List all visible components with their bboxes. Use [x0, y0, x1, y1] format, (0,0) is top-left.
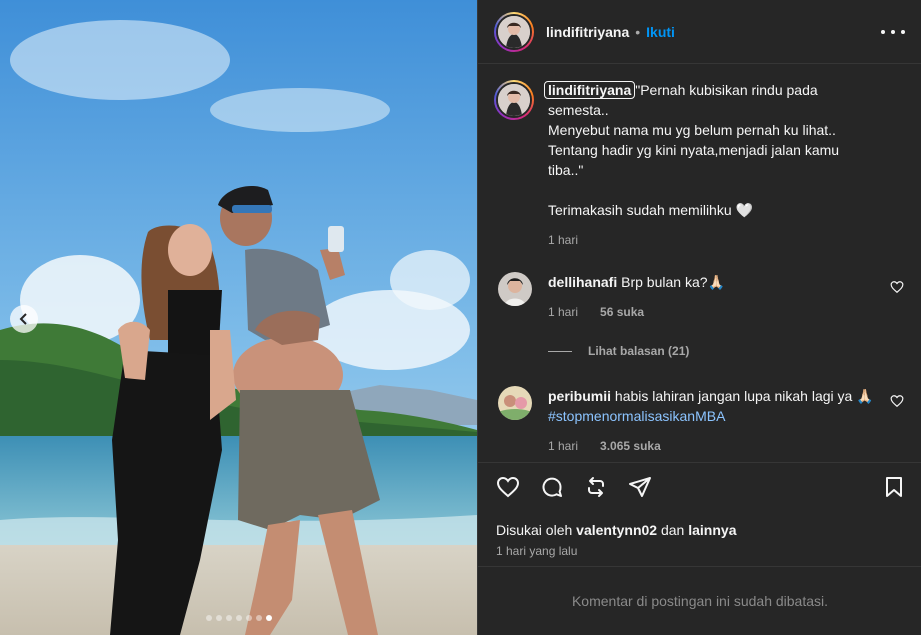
avatar-image [498, 386, 532, 420]
more-icon [881, 30, 885, 34]
likes-others-link[interactable]: lainnya [688, 522, 736, 538]
caption-username[interactable]: lindifitriyana [544, 81, 636, 99]
carousel-indicators [0, 615, 477, 621]
carousel-dot [205, 615, 212, 621]
post-header: lindifitriyana • Ikuti [478, 0, 921, 64]
likes-prefix: Disukai oleh [496, 522, 577, 538]
avatar-image [498, 15, 530, 48]
carousel-dot [265, 615, 272, 621]
comment-icon[interactable] [540, 475, 564, 499]
comment-item: dellihanafi Brp bulan ka?🙏🏻 1 hari 56 su… [494, 272, 910, 322]
carousel-dot [215, 615, 222, 621]
repost-icon[interactable] [584, 475, 608, 499]
comment-hashtag[interactable]: #stopmenormalisasikanMBA [548, 408, 725, 424]
carousel-dot [235, 615, 242, 621]
likes-summary: Disukai oleh valentynn02 dan lainnya [496, 522, 736, 538]
caption-time[interactable]: 1 hari [548, 230, 878, 250]
like-comment-heart-icon[interactable] [890, 280, 904, 294]
follow-button[interactable]: Ikuti [646, 24, 675, 40]
comment-time[interactable]: 1 hari [548, 302, 578, 322]
replies-divider [548, 350, 572, 352]
more-icon-dot [901, 30, 905, 34]
comment-text: habis lahiran jangan lupa nikah lagi ya … [614, 388, 874, 404]
post-media[interactable] [0, 0, 477, 635]
bookmark-icon[interactable] [882, 475, 906, 499]
author-avatar[interactable] [494, 11, 534, 52]
post-date[interactable]: 1 hari yang lalu [496, 544, 577, 558]
chevron-left-icon [19, 313, 27, 325]
commenter-avatar[interactable] [498, 386, 532, 420]
comment-likes[interactable]: 3.065 suka [600, 436, 661, 456]
carousel-dot [225, 615, 232, 621]
more-options-button[interactable] [881, 22, 905, 42]
beach-photo [0, 0, 477, 635]
carousel-dot [255, 615, 262, 621]
avatar-image [498, 84, 530, 116]
comment-time[interactable]: 1 hari [548, 436, 578, 456]
post-actions [478, 462, 921, 516]
caption-text: "Pernah kubisikan rindu pada [635, 82, 818, 98]
comment-text-line: peribumii habis lahiran jangan lupa nika… [548, 386, 878, 426]
commenter-username[interactable]: peribumii [548, 388, 611, 404]
caption-line [548, 180, 878, 200]
caption: lindifitriyana "Pernah kubisikan rindu pa… [494, 80, 910, 250]
caption-line: Menyebut nama mu yg belum pernah ku liha… [548, 122, 836, 138]
caption-line: lindifitriyana "Pernah kubisikan rindu pa… [544, 80, 878, 100]
comments-limited-notice: Komentar di postingan ini sudah dibatasi… [478, 566, 921, 635]
author-username[interactable]: lindifitriyana [546, 24, 629, 40]
comment-likes[interactable]: 56 suka [600, 302, 644, 322]
commenter-avatar[interactable] [498, 272, 532, 306]
instagram-post-modal: lindifitriyana • Ikuti lindifitriyana "P… [0, 0, 921, 635]
post-panel: lindifitriyana • Ikuti lindifitriyana "P… [477, 0, 921, 635]
caption-line: tiba.." [548, 162, 584, 178]
more-icon-dot [891, 30, 895, 34]
like-comment-heart-icon[interactable] [890, 394, 904, 408]
share-icon[interactable] [628, 475, 652, 499]
caption-line: Tentang hadir yg kini nyata,menjadi jala… [548, 142, 840, 158]
caption-author-avatar[interactable] [494, 80, 534, 120]
comment-text: Brp bulan ka?🙏🏻 [621, 274, 725, 290]
heart-icon[interactable] [496, 475, 520, 499]
commenter-username[interactable]: dellihanafi [548, 274, 617, 290]
comment-text-line: dellihanafi Brp bulan ka?🙏🏻 [548, 272, 878, 292]
caption-line: Terimakasih sudah memilihku 🤍 [548, 202, 753, 218]
view-replies-button[interactable]: Lihat balasan (21) [548, 344, 689, 358]
view-replies-label: Lihat balasan (21) [588, 344, 690, 358]
comment-item: peribumii habis lahiran jangan lupa nika… [494, 386, 910, 456]
caption-line: semesta.. [548, 102, 609, 118]
carousel-dot [245, 615, 252, 621]
avatar-image [498, 272, 532, 306]
likes-middle: dan [657, 522, 689, 538]
liked-by-user[interactable]: valentynn02 [576, 522, 657, 538]
header-separator: • [635, 23, 641, 40]
carousel-prev-button[interactable] [10, 305, 38, 333]
